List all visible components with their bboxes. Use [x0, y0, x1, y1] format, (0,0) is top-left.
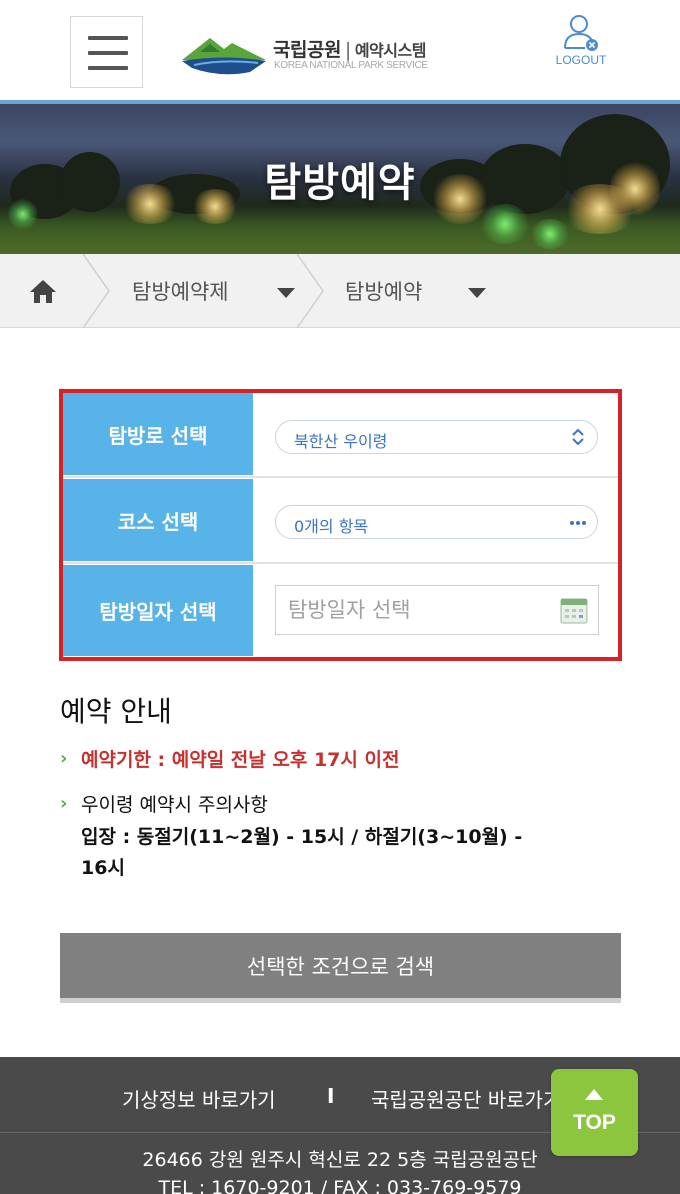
chevron-down-icon: [468, 288, 486, 298]
date-label: 탐방일자 선택: [63, 565, 253, 657]
hero-banner: 탐방예약: [0, 104, 680, 254]
weather-link[interactable]: 기상정보 바로가기: [122, 1084, 276, 1113]
trail-select[interactable]: 북한산 우이령: [275, 420, 598, 454]
chevron-down-icon: [277, 288, 295, 298]
footer-divider: I: [327, 1084, 335, 1108]
breadcrumb-separator: [82, 254, 110, 328]
chevron-right-icon: ›: [60, 748, 68, 769]
menu-button[interactable]: [70, 16, 143, 88]
breadcrumb-home[interactable]: [0, 254, 86, 328]
logo[interactable]: 국립공원 | 예약시스템 KOREA NATIONAL PARK SERVICE: [180, 30, 470, 78]
scroll-top-button[interactable]: TOP: [551, 1069, 638, 1156]
home-icon: [30, 280, 56, 303]
hamburger-icon: [88, 36, 128, 40]
search-button[interactable]: 선택한 조건으로 검색: [60, 933, 621, 1003]
breadcrumb: 탐방예약제 탐방예약: [0, 254, 680, 328]
knps-link[interactable]: 국립공원공단 바로가기: [371, 1084, 561, 1113]
logo-text: 국립공원 | 예약시스템: [273, 39, 426, 61]
user-logout-icon: [564, 15, 598, 51]
arrow-up-icon: [585, 1089, 603, 1100]
header: 국립공원 | 예약시스템 KOREA NATIONAL PARK SERVICE L…: [0, 0, 680, 104]
page-title: 탐방예약: [264, 160, 416, 206]
select-updown-icon: [572, 428, 584, 446]
info-title: 예약 안내: [60, 695, 172, 728]
logout-label: LOGOUT: [555, 53, 607, 67]
breadcrumb-separator: [296, 254, 324, 328]
course-label: 코스 선택: [63, 479, 253, 562]
reservation-form: 탐방로 선택 북한산 우이령 코스 선택 0개의 항목 탐방일자 선택: [59, 389, 622, 661]
logout-button[interactable]: LOGOUT: [550, 12, 612, 72]
chevron-right-icon: ›: [60, 793, 68, 814]
more-dots-icon: [570, 521, 586, 525]
breadcrumb-item-reservation[interactable]: 탐방예약: [345, 254, 495, 328]
course-row: 코스 선택 0개의 항목: [63, 479, 618, 564]
footer-tel: TEL : 1670-9201 / FAX : 033-769-9579: [158, 1177, 522, 1194]
trail-label: 탐방로 선택: [63, 393, 253, 476]
breadcrumb-item-reservation-system[interactable]: 탐방예약제: [132, 254, 302, 328]
trail-row: 탐방로 선택 북한산 우이령: [63, 393, 618, 478]
date-row: 탐방일자 선택: [63, 565, 618, 657]
course-select[interactable]: 0개의 항목: [275, 505, 598, 539]
mountain-logo-icon: [182, 38, 266, 75]
logo-subtext: KOREA NATIONAL PARK SERVICE: [274, 60, 428, 71]
date-input[interactable]: [275, 585, 599, 635]
calendar-icon[interactable]: [559, 595, 589, 625]
